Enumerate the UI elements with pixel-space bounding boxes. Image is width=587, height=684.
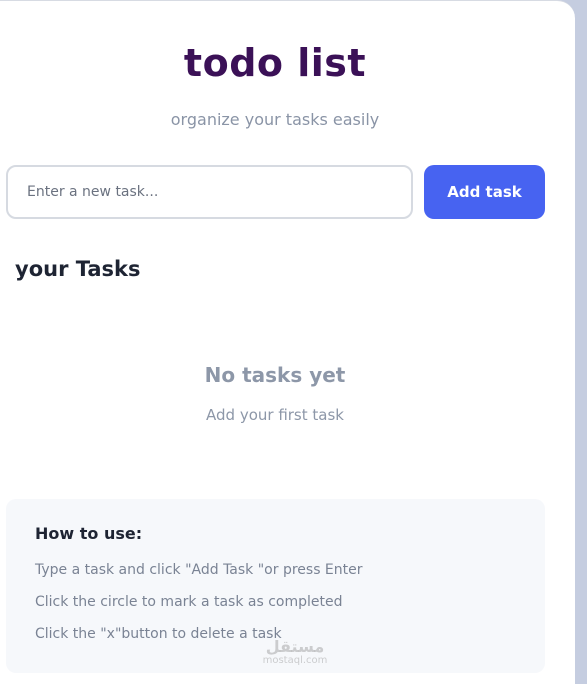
watermark-logo: مستقل mostaql.com bbox=[258, 639, 332, 667]
tasks-section-title: your Tasks bbox=[15, 257, 141, 281]
help-item-complete: Click the circle to mark a task as compl… bbox=[35, 594, 343, 610]
help-item-delete: Click the "x"button to delete a task bbox=[35, 626, 282, 642]
todo-card: todo list organize your tasks easily Add… bbox=[0, 0, 575, 684]
watermark-latin: mostaql.com bbox=[262, 655, 328, 666]
new-task-input[interactable] bbox=[6, 165, 413, 219]
how-to-use-title: How to use: bbox=[35, 524, 143, 543]
help-item-add: Type a task and click "Add Task "or pres… bbox=[35, 562, 363, 578]
app-subtitle: organize your tasks easily bbox=[170, 110, 380, 129]
empty-state-title: No tasks yet bbox=[204, 363, 346, 387]
empty-state-subtitle: Add your first task bbox=[206, 406, 344, 424]
watermark-arabic: مستقل bbox=[265, 637, 325, 656]
app-title: todo list bbox=[183, 41, 367, 85]
add-task-button[interactable]: Add task bbox=[424, 165, 545, 219]
